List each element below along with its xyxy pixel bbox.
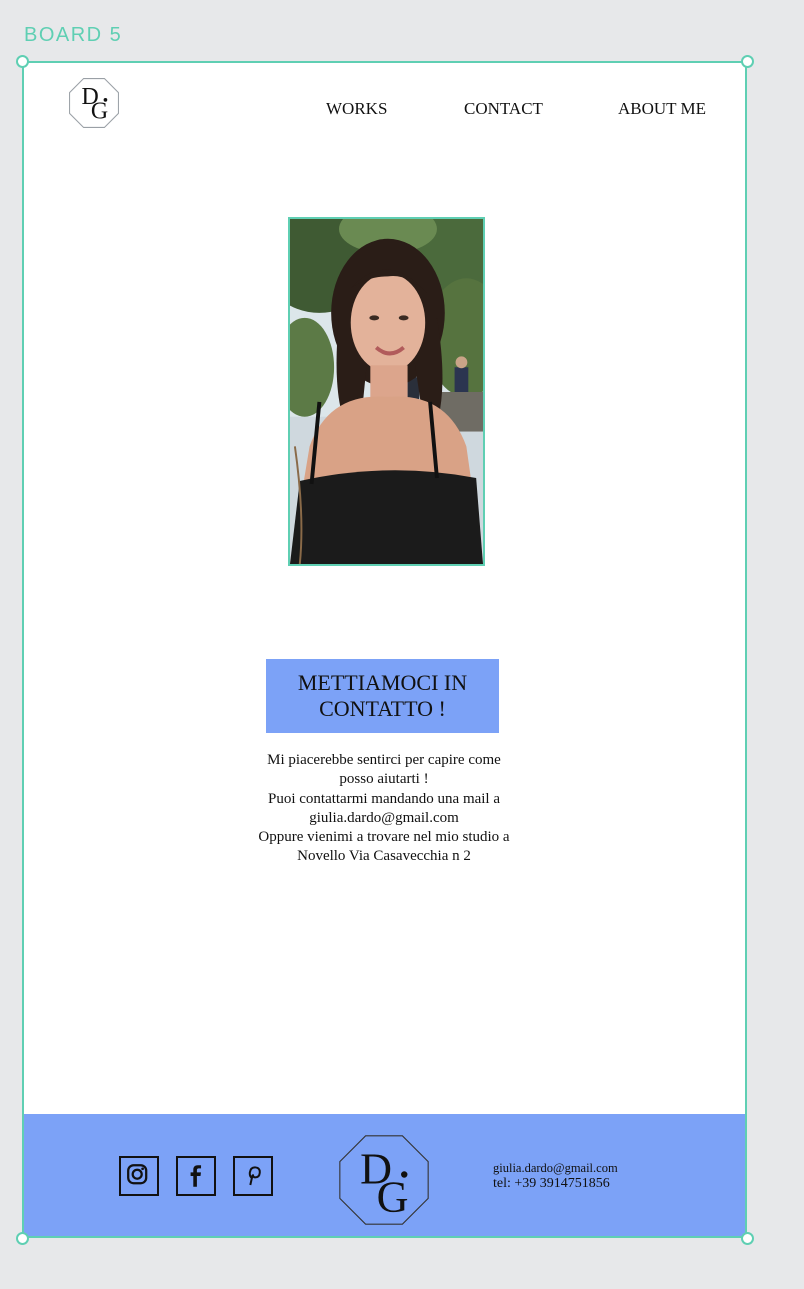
footer-logo-g: G — [377, 1172, 409, 1221]
logo[interactable]: D G — [68, 77, 120, 129]
resize-handle-top-left[interactable] — [16, 55, 29, 68]
footer-phone[interactable]: tel: +39 3914751856 — [493, 1176, 618, 1192]
pinterest-icon[interactable] — [233, 1156, 273, 1196]
body-email[interactable]: giulia.dardo@gmail.com — [224, 809, 544, 828]
body-line: Mi piacerebbe sentirci per capire come — [267, 752, 501, 768]
nav-contact[interactable]: CONTACT — [464, 99, 543, 119]
board-label: BOARD 5 — [24, 24, 123, 46]
contact-cta-banner[interactable]: METTIAMOCI IN CONTATTO ! — [266, 659, 499, 733]
footer: D G giulia.dardo@gmail.com tel: +39 3914… — [24, 1114, 745, 1236]
instagram-icon[interactable] — [119, 1156, 159, 1196]
artboard: D G WORKS CONTACT ABOUT ME METTIAMOCI IN… — [22, 61, 747, 1238]
nav-about-me[interactable]: ABOUT ME — [618, 99, 706, 119]
cta-line-2: CONTATTO ! — [319, 696, 446, 721]
footer-contact-info: giulia.dardo@gmail.com tel: +39 39147518… — [493, 1160, 618, 1192]
resize-handle-top-right[interactable] — [741, 55, 754, 68]
cta-line-1: METTIAMOCI IN — [297, 670, 468, 695]
body-line: Puoi contattarmi mandando una mail a — [267, 790, 501, 807]
nav-works[interactable]: WORKS — [326, 99, 387, 119]
facebook-icon[interactable] — [176, 1156, 216, 1196]
portrait-photo — [288, 217, 485, 566]
logo-g: G — [91, 99, 108, 125]
footer-email[interactable]: giulia.dardo@gmail.com — [493, 1160, 618, 1176]
resize-handle-bottom-right[interactable] — [741, 1232, 754, 1245]
resize-handle-bottom-left[interactable] — [16, 1232, 29, 1245]
footer-logo[interactable]: D G — [338, 1134, 430, 1226]
body-line: posso aiutarti ! — [339, 771, 429, 788]
cta-heading: METTIAMOCI IN CONTATTO ! — [283, 670, 483, 722]
body-address: Novello Via Casavecchia n 2 — [297, 848, 471, 865]
contact-description: Mi piacerebbe sentirci per capire come p… — [224, 751, 544, 867]
body-line: Oppure vienimi a trovare nel mio studio … — [258, 829, 510, 846]
